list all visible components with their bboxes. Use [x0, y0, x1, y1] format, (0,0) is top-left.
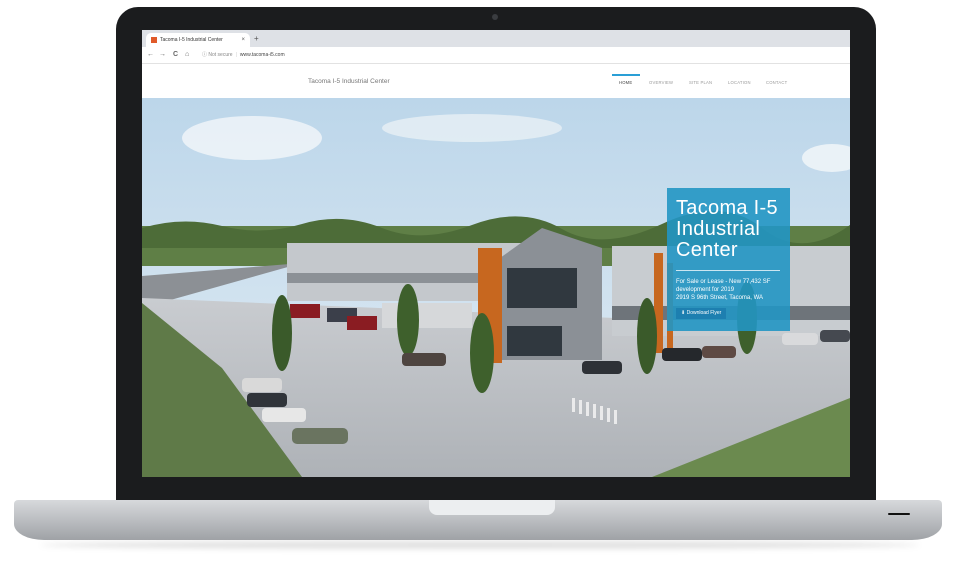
nav-location[interactable]: LOCATION — [728, 80, 751, 85]
nav-contact[interactable]: CONTACT — [766, 80, 787, 85]
active-nav-indicator — [612, 74, 640, 76]
favicon-icon — [151, 37, 157, 43]
nav-home[interactable]: HOME — [619, 80, 632, 85]
laptop-shadow — [40, 541, 920, 549]
hero-rendering: Tacoma I-5 Industrial Center For Sale or… — [142, 98, 850, 477]
browser-tab-strip: Tacoma I-5 Industrial Center × + — [142, 30, 850, 47]
browser-tab[interactable]: Tacoma I-5 Industrial Center × — [146, 33, 250, 47]
security-indicator[interactable]: ⓘ Not secure — [202, 52, 233, 58]
site-header: Tacoma I-5 Industrial Center HOME OVERVI… — [142, 64, 850, 98]
forward-icon[interactable]: → — [159, 49, 166, 61]
reload-icon[interactable]: C — [173, 49, 178, 61]
site-title[interactable]: Tacoma I-5 Industrial Center — [308, 78, 390, 85]
back-icon[interactable]: ← — [147, 49, 154, 61]
camera-icon — [492, 14, 498, 20]
home-icon[interactable]: ⌂ — [185, 49, 189, 61]
laptop-notch — [429, 500, 555, 515]
url-field[interactable]: ⓘ Not secure | www.tacoma-i5.com — [202, 50, 842, 60]
url-text: www.tacoma-i5.com — [239, 52, 285, 58]
tab-close-icon[interactable]: × — [241, 33, 245, 47]
hero-description: For Sale or Lease - New 77,432 SF develo… — [676, 278, 786, 302]
download-flyer-button[interactable]: ⬇ Download Flyer — [676, 308, 727, 319]
power-led-icon — [888, 513, 910, 515]
new-tab-button[interactable]: + — [254, 33, 259, 45]
hero-heading: Tacoma I-5 Industrial Center — [676, 197, 778, 261]
nav-overview[interactable]: OVERVIEW — [649, 80, 673, 85]
hero-address: 2919 S 96th Street, Tacoma, WA — [676, 295, 764, 301]
hero-description-line1: For Sale or Lease - New 77,432 SF develo… — [676, 279, 771, 293]
tab-title: Tacoma I-5 Industrial Center — [160, 37, 223, 43]
hero-info-box: Tacoma I-5 Industrial Center For Sale or… — [667, 188, 790, 331]
laptop-screen: Tacoma I-5 Industrial Center × + ← → C ⌂… — [142, 30, 850, 477]
address-bar: ← → C ⌂ ⓘ Not secure | www.tacoma-i5.com — [142, 47, 850, 64]
hero-divider — [676, 270, 780, 271]
nav-site-plan[interactable]: SITE PLAN — [689, 80, 712, 85]
